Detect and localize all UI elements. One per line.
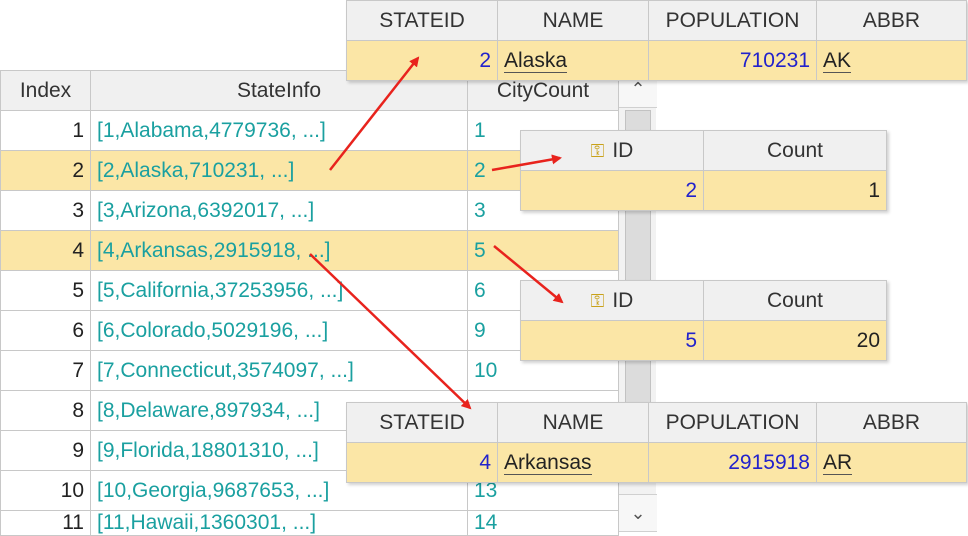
population-value: 2915918	[648, 442, 817, 483]
table-row: 4 Arkansas 2915918 AR	[346, 442, 967, 483]
stateinfo-link[interactable]: [3,Arizona,6392017, ...]	[90, 190, 468, 231]
name-value-text: Alaska	[504, 48, 568, 73]
abbr-value-text: AK	[823, 48, 852, 73]
column-header-name: NAME	[497, 0, 649, 41]
table-row: 5 20	[520, 320, 887, 361]
column-header-population: POPULATION	[648, 402, 817, 443]
state-record-popup-alaska: STATEID NAME POPULATION ABBR 2 Alaska 71…	[346, 0, 967, 81]
row-index: 2	[0, 150, 91, 191]
count-value: 1	[703, 170, 887, 211]
stateinfo-link[interactable]: [5,California,37253956, ...]	[90, 270, 468, 311]
key-icon: ⚿	[590, 290, 605, 311]
column-header-name: NAME	[497, 402, 649, 443]
row-index: 7	[0, 350, 91, 391]
column-header-count: Count	[703, 130, 887, 171]
id-value: 5	[520, 320, 704, 361]
stateinfo-link[interactable]: [7,Connecticut,3574097, ...]	[90, 350, 468, 391]
count-record-popup-2: ⚿ ID Count 5 20	[520, 280, 887, 361]
column-header-population: POPULATION	[648, 0, 817, 41]
stateinfo-link[interactable]: [6,Colorado,5029196, ...]	[90, 310, 468, 351]
abbr-value-text: AR	[823, 450, 853, 475]
row-index: 10	[0, 470, 91, 511]
row-index: 5	[0, 270, 91, 311]
table-row: 2 1	[520, 170, 887, 211]
column-header-stateid: STATEID	[346, 402, 498, 443]
state-record-popup-arkansas: STATEID NAME POPULATION ABBR 4 Arkansas …	[346, 402, 967, 483]
row-index: 4	[0, 230, 91, 271]
column-header-index[interactable]: Index	[0, 70, 91, 111]
count-record-popup-1: ⚿ ID Count 2 1	[520, 130, 887, 211]
citycount-link[interactable]: 5	[467, 230, 619, 271]
column-header-count: Count	[703, 280, 887, 321]
row-index: 3	[0, 190, 91, 231]
column-header-id: ⚿ ID	[520, 280, 704, 321]
population-value: 710231	[648, 40, 817, 81]
stateid-value: 2	[346, 40, 498, 81]
column-header-id-label: ID	[612, 288, 634, 312]
stateinfo-link[interactable]: [2,Alaska,710231, ...]	[90, 150, 468, 191]
row-index: 1	[0, 110, 91, 151]
row-index: 8	[0, 390, 91, 431]
abbr-value: AR	[816, 442, 967, 483]
column-header-abbr: ABBR	[816, 402, 967, 443]
name-value-text: Arkansas	[504, 450, 592, 475]
id-value: 2	[520, 170, 704, 211]
abbr-value: AK	[816, 40, 967, 81]
table-row: 2 Alaska 710231 AK	[346, 40, 967, 81]
column-header-stateid: STATEID	[346, 0, 498, 41]
column-header-abbr: ABBR	[816, 0, 967, 41]
row-index: 6	[0, 310, 91, 351]
stateid-value: 4	[346, 442, 498, 483]
stateinfo-link[interactable]: [1,Alabama,4779736, ...]	[90, 110, 468, 151]
chevron-down-icon[interactable]: ⌄	[619, 494, 657, 532]
table-row[interactable]: 4 [4,Arkansas,2915918, ...] 5	[0, 230, 619, 271]
row-index: 9	[0, 430, 91, 471]
count-value: 20	[703, 320, 887, 361]
name-value: Alaska	[497, 40, 649, 81]
stateinfo-link[interactable]: [4,Arkansas,2915918, ...]	[90, 230, 468, 271]
name-value: Arkansas	[497, 442, 649, 483]
key-icon: ⚿	[590, 140, 605, 161]
column-header-id-label: ID	[612, 138, 634, 162]
column-header-id: ⚿ ID	[520, 130, 704, 171]
